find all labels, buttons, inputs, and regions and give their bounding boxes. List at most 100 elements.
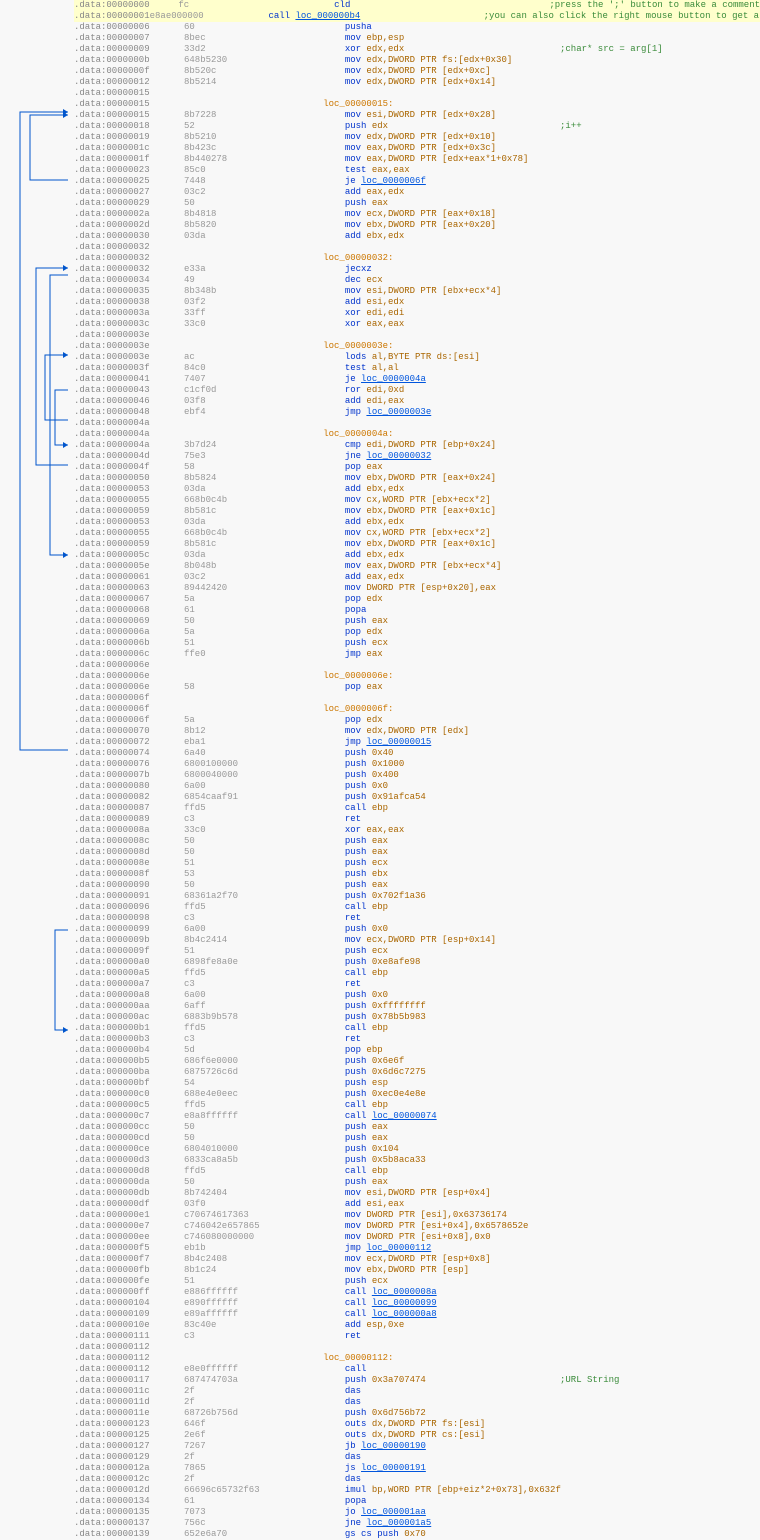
asm-line[interactable]: .data:00000123646f outs dx,DWORD PTR fs:… xyxy=(74,1419,760,1430)
asm-line[interactable]: .data:0000001852 push edx;i++ xyxy=(74,121,760,132)
asm-line[interactable]: .data:00000032 xyxy=(74,242,760,253)
asm-line[interactable]: .data:00000032e33a jecxz xyxy=(74,264,760,275)
asm-line[interactable]: .data:0000006cffe0 jmp eax xyxy=(74,649,760,660)
asm-line[interactable]: .data:0000011d2f das xyxy=(74,1397,760,1408)
asm-line[interactable]: .data:00000104e890ffffff call loc_000000… xyxy=(74,1298,760,1309)
asm-line[interactable]: .data:0000006f loc_0000006f: xyxy=(74,704,760,715)
asm-line[interactable]: .data:000000b3c3 ret xyxy=(74,1034,760,1045)
asm-line[interactable]: .data:0000002385c0 test eax,eax xyxy=(74,165,760,176)
asm-line[interactable]: .data:000000198b5210 mov edx,DWORD PTR [… xyxy=(74,132,760,143)
asm-line[interactable]: .data:0000003003da add ebx,edx xyxy=(74,231,760,242)
asm-line[interactable]: .data:00000032 loc_00000032: xyxy=(74,253,760,264)
asm-line[interactable]: .data:00000112 loc_00000112: xyxy=(74,1353,760,1364)
asm-line[interactable]: .data:0000006950 push eax xyxy=(74,616,760,627)
asm-line[interactable]: .data:0000006f xyxy=(74,693,760,704)
asm-line[interactable]: .data:000000b5686f6e0000 push 0x6e6f xyxy=(74,1056,760,1067)
xref-link[interactable]: loc_00000190 xyxy=(361,1441,426,1451)
asm-line[interactable]: .data:000000826854caaf91 push 0x91afca54 xyxy=(74,792,760,803)
asm-line[interactable]: .data:000000746a40 push 0x40 xyxy=(74,748,760,759)
asm-line[interactable]: .data:000000d36833ca8a5b push 0x5b8aca33 xyxy=(74,1155,760,1166)
asm-line[interactable]: .data:00000087ffd5 call ebp xyxy=(74,803,760,814)
asm-line[interactable]: .data:0000008e51 push ecx xyxy=(74,858,760,869)
disassembly-view[interactable]: .data:00000000fc cld;press the ';' butto… xyxy=(0,0,760,1540)
asm-line[interactable]: .data:0000000b648b5230 mov edx,DWORD PTR… xyxy=(74,55,760,66)
asm-line[interactable]: .data:0000006b51 push ecx xyxy=(74,638,760,649)
asm-line[interactable]: .data:000000f78b4c2408 mov ecx,DWORD PTR… xyxy=(74,1254,760,1265)
asm-line[interactable]: .data:0000008f53 push ebx xyxy=(74,869,760,880)
asm-line[interactable]: .data:00000111c3 ret xyxy=(74,1331,760,1342)
asm-line[interactable]: .data:00000015 loc_00000015: xyxy=(74,99,760,110)
asm-line[interactable]: .data:0000001c8b423c mov eax,DWORD PTR [… xyxy=(74,143,760,154)
asm-line[interactable]: .data:000000cd50 push eax xyxy=(74,1133,760,1144)
asm-line[interactable]: .data:0000000f8b520c mov edx,DWORD PTR [… xyxy=(74,66,760,77)
asm-line[interactable]: .data:0000003c33c0 xor eax,eax xyxy=(74,319,760,330)
xref-link[interactable]: loc_000001a5 xyxy=(366,1518,431,1528)
asm-line[interactable]: .data:00000139652e6a70 gs cs push 0x70 xyxy=(74,1529,760,1540)
asm-line[interactable]: .data:0000012c2f das xyxy=(74,1474,760,1485)
xref-link[interactable]: loc_00000191 xyxy=(361,1463,426,1473)
asm-line[interactable]: .data:0000009168361a2f70 push 0x702f1a36 xyxy=(74,891,760,902)
asm-line[interactable]: .data:0000009b8b4c2414 mov ecx,DWORD PTR… xyxy=(74,935,760,946)
asm-line[interactable]: .data:00000098c3 ret xyxy=(74,913,760,924)
asm-line[interactable]: .data:0000008c50 push eax xyxy=(74,836,760,847)
asm-line[interactable]: .data:000000ffe886ffffff call loc_000000… xyxy=(74,1287,760,1298)
asm-line[interactable]: .data:000000a7c3 ret xyxy=(74,979,760,990)
asm-line[interactable]: .data:000000128b5214 mov edx,DWORD PTR [… xyxy=(74,77,760,88)
asm-line[interactable]: .data:00000001e8ae000000 call loc_000000… xyxy=(74,11,760,22)
asm-line[interactable]: .data:00000072eba1 jmp loc_00000015 xyxy=(74,737,760,748)
asm-line[interactable]: .data:0000002950 push eax xyxy=(74,198,760,209)
xref-link[interactable]: loc_00000074 xyxy=(372,1111,437,1121)
asm-line[interactable]: .data:0000000933d2 xor edx,edx;char* src… xyxy=(74,44,760,55)
asm-line[interactable]: .data:000000a5ffd5 call ebp xyxy=(74,968,760,979)
asm-line[interactable]: .data:000000ac6883b9b578 push 0x78b5b983 xyxy=(74,1012,760,1023)
asm-line[interactable]: .data:000000708b12 mov edx,DWORD PTR [ed… xyxy=(74,726,760,737)
asm-line[interactable]: .data:000000fe51 push ecx xyxy=(74,1276,760,1287)
asm-line[interactable]: .data:0000003a33ff xor edi,edi xyxy=(74,308,760,319)
asm-line[interactable]: .data:000001277267 jb loc_00000190 xyxy=(74,1441,760,1452)
asm-line[interactable]: .data:000000ba6875726c6d push 0x6d6c7275 xyxy=(74,1067,760,1078)
asm-line[interactable]: .data:000000598b581c mov ebx,DWORD PTR [… xyxy=(74,539,760,550)
asm-line[interactable]: .data:0000006103c2 add eax,edx xyxy=(74,572,760,583)
asm-line[interactable]: .data:000000358b348b mov esi,DWORD PTR [… xyxy=(74,286,760,297)
asm-line[interactable]: .data:000000598b581c mov ebx,DWORD PTR [… xyxy=(74,506,760,517)
asm-line[interactable]: .data:00000109e89affffff call loc_000000… xyxy=(74,1309,760,1320)
asm-line[interactable]: .data:0000006e xyxy=(74,660,760,671)
xref-link[interactable]: loc_00000015 xyxy=(366,737,431,747)
asm-line[interactable]: .data:0000004f58 pop eax xyxy=(74,462,760,473)
asm-line[interactable]: .data:0000006389442420 mov DWORD PTR [es… xyxy=(74,583,760,594)
asm-line[interactable]: .data:0000002a8b4818 mov ecx,DWORD PTR [… xyxy=(74,209,760,220)
xref-link[interactable]: loc_0000008a xyxy=(372,1287,437,1297)
asm-line[interactable]: .data:000000fb8b1c24 mov ebx,DWORD PTR [… xyxy=(74,1265,760,1276)
asm-line[interactable]: .data:0000005303da add ebx,edx xyxy=(74,517,760,528)
asm-line[interactable]: .data:000000c7e8a8ffffff call loc_000000… xyxy=(74,1111,760,1122)
asm-line[interactable]: .data:000000158b7228 mov esi,DWORD PTR [… xyxy=(74,110,760,121)
asm-line[interactable]: .data:0000004a loc_0000004a: xyxy=(74,429,760,440)
xref-link[interactable]: loc_0000003e xyxy=(366,407,431,417)
asm-line[interactable]: .data:00000055668b0c4b mov cx,WORD PTR [… xyxy=(74,528,760,539)
asm-line[interactable]: .data:0000001f8b440278 mov eax,DWORD PTR… xyxy=(74,154,760,165)
asm-line[interactable]: .data:0000003e xyxy=(74,330,760,341)
asm-line[interactable]: .data:00000089c3 ret xyxy=(74,814,760,825)
xref-link[interactable]: loc_0000006f xyxy=(361,176,426,186)
asm-line[interactable]: .data:0000004a xyxy=(74,418,760,429)
asm-line[interactable]: .data:00000112 xyxy=(74,1342,760,1353)
asm-line[interactable]: .data:000001357073 jo loc_000001aa xyxy=(74,1507,760,1518)
asm-line[interactable]: .data:0000000660 pusha xyxy=(74,22,760,33)
asm-line[interactable]: .data:00000096ffd5 call ebp xyxy=(74,902,760,913)
asm-line[interactable]: .data:0000003803f2 add esi,edx xyxy=(74,297,760,308)
asm-line[interactable]: .data:000000b1ffd5 call ebp xyxy=(74,1023,760,1034)
asm-line[interactable]: .data:000000c0688e4e0eec push 0xec0e4e8e xyxy=(74,1089,760,1100)
asm-line[interactable]: .data:000000f5eb1b jmp loc_00000112 xyxy=(74,1243,760,1254)
asm-line[interactable]: .data:000000da50 push eax xyxy=(74,1177,760,1188)
asm-line[interactable]: .data:000000db8b742404 mov esi,DWORD PTR… xyxy=(74,1188,760,1199)
asm-line[interactable]: .data:0000005e8b048b mov eax,DWORD PTR [… xyxy=(74,561,760,572)
asm-line[interactable]: .data:0000005303da add ebx,edx xyxy=(74,484,760,495)
asm-line[interactable]: .data:0000006f5a pop edx xyxy=(74,715,760,726)
xref-link[interactable]: loc_000000b4 xyxy=(295,11,360,21)
asm-line[interactable]: .data:00000000fc cld;press the ';' butto… xyxy=(74,0,760,11)
asm-line[interactable]: .data:00000048ebf4 jmp loc_0000003e xyxy=(74,407,760,418)
asm-line[interactable]: .data:0000013461 popa xyxy=(74,1496,760,1507)
asm-line[interactable]: .data:000000df03f0 add esi,eax xyxy=(74,1199,760,1210)
asm-line[interactable]: .data:0000011c2f das xyxy=(74,1386,760,1397)
asm-line[interactable]: .data:00000015 xyxy=(74,88,760,99)
